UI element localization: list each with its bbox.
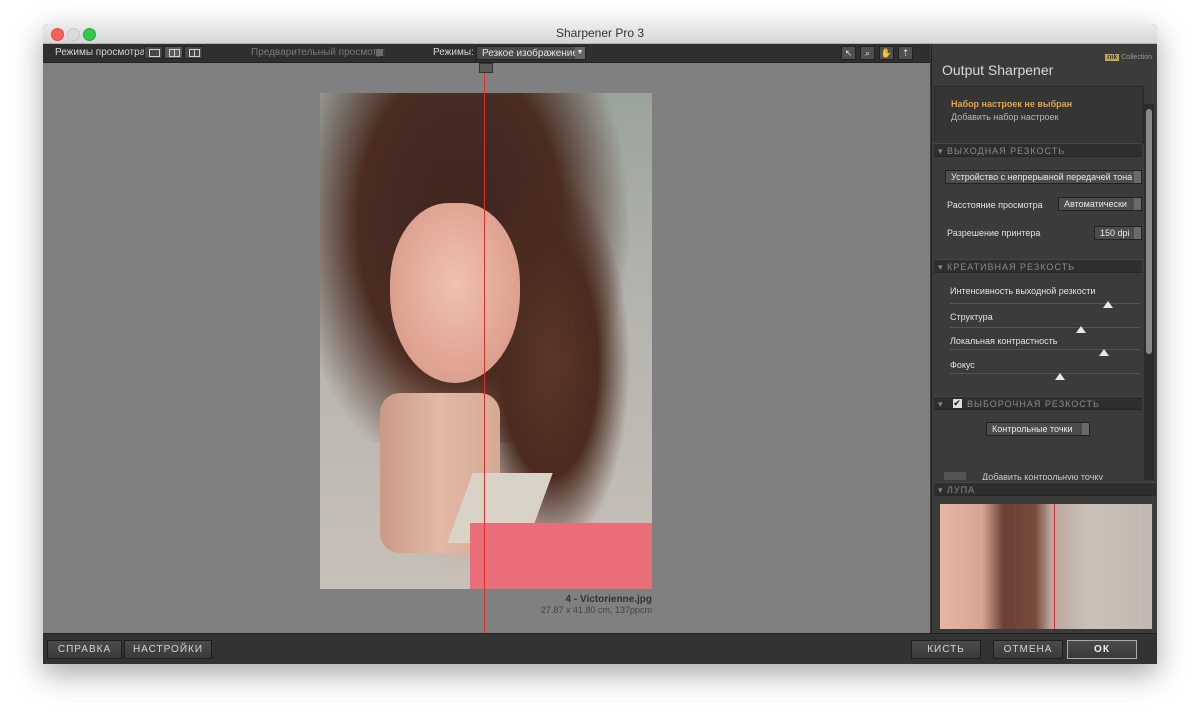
pin-tool-button[interactable]: ⇡ [898, 46, 913, 60]
slider-thumb[interactable] [1076, 326, 1087, 333]
control-points-select[interactable]: Контрольные точки [986, 422, 1090, 436]
help-button[interactable]: СПРАВКА [47, 640, 122, 659]
zoom-tool-button[interactable]: ⌕ [860, 46, 875, 60]
printer-resolution-select[interactable]: 150 dpi [1094, 226, 1142, 240]
output-sharpening-header[interactable]: ▾ ВЫХОДНАЯ РЕЗКОСТЬ [934, 143, 1142, 157]
slider-label: Структура [950, 312, 993, 322]
creative-sharpening-header[interactable]: ▾ КРЕАТИВНАЯ РЕЗКОСТЬ [934, 259, 1142, 273]
window-title: Sharpener Pro 3 [555, 26, 645, 40]
ok-button[interactable]: ОК [1067, 640, 1137, 659]
mode-select[interactable]: Резкое изображение ▼ [476, 46, 586, 60]
panel-title: Output Sharpener [942, 62, 1054, 78]
bottom-bar: СПРАВКА НАСТРОЙКИ КИСТЬ ОТМЕНА ОК [43, 633, 1157, 664]
side-by-side-view-icon [189, 49, 200, 57]
view-side-by-side-button[interactable] [184, 46, 203, 59]
slider-thumb[interactable] [1055, 373, 1066, 380]
slider-track[interactable] [950, 373, 1140, 374]
preset-none-label: Набор настроек не выбран [951, 99, 1073, 109]
title-bar: Sharpener Pro 3 [43, 24, 1157, 44]
app-window: Sharpener Pro 3 Режимы просмотра: Предва… [43, 24, 1157, 664]
device-select[interactable]: Устройство с непрерывной передачей тона [945, 170, 1142, 184]
image-dimensions: 27.87 x 41.80 cm, 137ppcm [540, 605, 652, 615]
viewing-distance-select[interactable]: Автоматически [1058, 197, 1142, 211]
top-toolbar: Режимы просмотра: Предварительный просмо… [43, 44, 930, 63]
brush-button[interactable]: КИСТЬ [911, 640, 981, 659]
pin-icon: ⇡ [901, 48, 910, 58]
arrow-icon: ↖ [844, 48, 853, 58]
split-view-icon [169, 49, 180, 57]
view-split-button[interactable] [164, 46, 183, 59]
printer-resolution-label: Разрешение принтера [947, 228, 1041, 238]
loupe-header[interactable]: ▾ ЛУПА [934, 482, 1156, 496]
chevron-down-icon: ▼ [575, 47, 585, 59]
preview-label: Предварительный просмотр: [251, 47, 386, 58]
single-view-icon [149, 49, 160, 57]
view-single-button[interactable] [144, 46, 163, 59]
preview-canvas[interactable]: 4 - Victorienne.jpg 27.87 x 41.80 cm, 13… [43, 63, 930, 633]
image-filename: 4 - Victorienne.jpg [565, 594, 653, 605]
pointer-tool-button[interactable]: ↖ [841, 46, 856, 60]
hand-tool-button[interactable]: ✋ [879, 46, 894, 60]
preview-image [320, 93, 652, 589]
settings-button[interactable]: НАСТРОЙКИ [124, 640, 212, 659]
panel-scrollbar-thumb[interactable] [1146, 109, 1152, 354]
add-control-point-row[interactable]: Добавить контрольную точку [944, 472, 1144, 480]
preset-box: Набор настроек не выбран Добавить набор … [934, 86, 1144, 144]
slider-label: Интенсивность выходной резкости [950, 286, 1096, 296]
split-divider-line[interactable] [484, 63, 485, 633]
control-point-icon [944, 472, 966, 480]
selective-sharpening-header[interactable]: ▾ ✔ ВЫБОРОЧНАЯ РЕЗКОСТЬ [934, 396, 1142, 410]
settings-panel: nik Collection Output Sharpener Набор нас… [931, 44, 1157, 649]
loupe-divider-line [1054, 504, 1055, 629]
slider-thumb[interactable] [1098, 349, 1109, 356]
slider-label: Локальная контрастность [950, 336, 1058, 346]
mode-select-value: Резкое изображение [482, 48, 578, 59]
cancel-button[interactable]: ОТМЕНА [993, 640, 1063, 659]
checkmark-icon[interactable]: ✔ [953, 399, 962, 408]
preview-checkbox[interactable] [376, 49, 383, 56]
split-divider-handle[interactable] [479, 63, 493, 73]
magnifier-icon: ⌕ [864, 48, 871, 58]
slider-thumb[interactable] [1102, 301, 1113, 308]
hand-icon: ✋ [880, 48, 893, 58]
image-caption: 4 - Victorienne.jpg 27.87 x 41.80 cm, 13… [483, 594, 652, 615]
viewing-distance-label: Расстояние просмотра [947, 200, 1043, 210]
loupe-view [940, 504, 1152, 629]
view-modes-label: Режимы просмотра: [55, 47, 149, 58]
slider-label: Фокус [950, 360, 975, 370]
slider-track[interactable] [950, 349, 1140, 350]
modes-label: Режимы: [433, 47, 474, 58]
add-preset-link[interactable]: Добавить набор настроек [951, 112, 1058, 122]
slider-track[interactable] [950, 327, 1140, 328]
nik-collection-logo: nik Collection [1105, 54, 1152, 61]
